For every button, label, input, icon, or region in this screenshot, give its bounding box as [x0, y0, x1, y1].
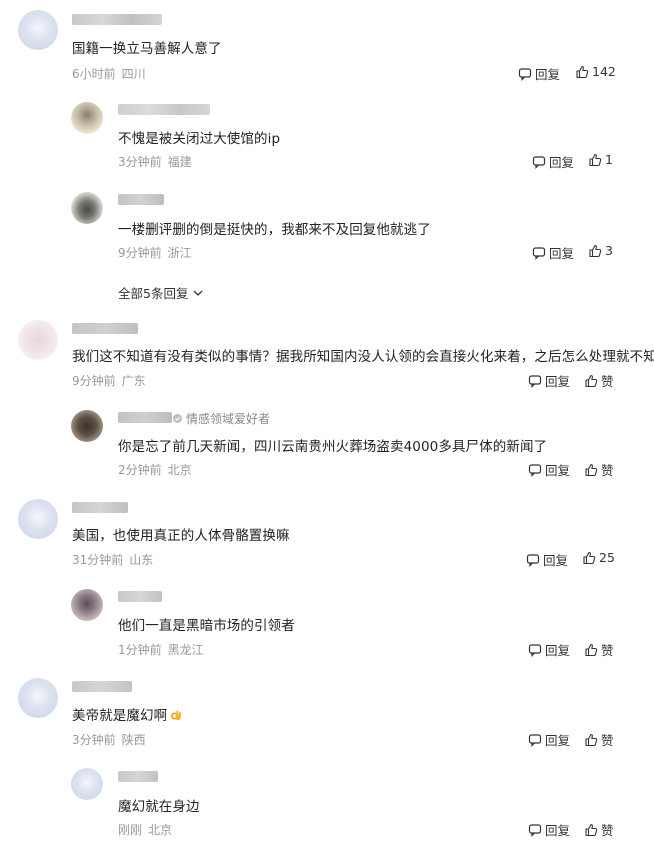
reply-time: 1分钟前 [118, 643, 162, 657]
reply-text: 不愧是被关闭过大使馆的ip [118, 131, 281, 147]
reply-meta: 刚刚 北京 [118, 821, 172, 838]
comment-icon [528, 823, 542, 837]
avatar[interactable] [71, 192, 103, 224]
reply-text: 你是忘了前几天新闻，四川云南贵州火葬场盗卖4000多具尸体的新闻了 [118, 439, 548, 455]
thumbs-up-icon [589, 153, 602, 166]
comment-time: 9分钟前 [72, 374, 116, 388]
thumbs-up-icon [583, 551, 596, 564]
comment-location: 广东 [121, 374, 146, 388]
comment-meta: 3分钟前 陕西 [72, 731, 146, 748]
username-blurred[interactable] [72, 502, 128, 513]
username-blurred[interactable] [118, 771, 158, 782]
like-button[interactable]: 25 [582, 550, 615, 565]
avatar[interactable] [71, 410, 103, 442]
username-blurred[interactable] [118, 591, 162, 602]
avatar[interactable] [71, 102, 103, 134]
like-button[interactable]: 赞 [584, 640, 614, 659]
username-blurred[interactable] [72, 14, 162, 25]
reply-button[interactable]: 回复 [532, 152, 574, 171]
reply-meta: 3分钟前 福建 [118, 153, 192, 170]
reply-text: 一楼删评删的倒是挺快的，我都来不及回复他就逃了 [118, 222, 431, 238]
badge-icon [173, 414, 182, 423]
like-button[interactable]: 赞 [584, 730, 614, 749]
comment-icon [528, 733, 542, 747]
like-button[interactable]: 赞 [584, 371, 614, 390]
comment-text: 我们这不知道有没有类似的事情？据我所知国内没人认领的会直接火化来着，之后怎么处理… [72, 349, 654, 365]
comment-time: 3分钟前 [72, 733, 116, 747]
avatar[interactable] [18, 10, 58, 50]
reply-button[interactable]: 回复 [528, 371, 570, 390]
reply-time: 刚刚 [118, 823, 143, 837]
thumbs-up-icon [576, 65, 589, 78]
reply-location: 福建 [167, 155, 192, 169]
reply-button[interactable]: 回复 [532, 243, 574, 262]
username-blurred[interactable] [72, 681, 132, 692]
comment-icon [528, 374, 542, 388]
comment-meta: 9分钟前 广东 [72, 372, 146, 389]
comment-icon [518, 67, 532, 81]
user-badge: 情感领域爱好者 [172, 410, 270, 427]
reply-location: 北京 [167, 463, 192, 477]
comment-location: 四川 [121, 67, 146, 81]
avatar[interactable] [71, 589, 103, 621]
reply-meta: 1分钟前 黑龙江 [118, 641, 204, 658]
comment-time: 6小时前 [72, 67, 116, 81]
username-blurred[interactable] [72, 323, 138, 334]
like-button[interactable]: 赞 [584, 820, 614, 839]
avatar[interactable] [18, 678, 58, 718]
reply-text: 他们一直是黑暗市场的引领者 [118, 618, 295, 634]
reply-meta: 9分钟前 浙江 [118, 244, 192, 261]
comment-icon [526, 553, 540, 567]
comment-location: 陕西 [121, 733, 146, 747]
avatar[interactable] [18, 499, 58, 539]
thumbs-up-icon [585, 823, 598, 836]
ok-hand-emoji-icon [171, 710, 182, 720]
reply-time: 2分钟前 [118, 463, 162, 477]
like-button[interactable]: 赞 [584, 460, 614, 479]
thumbs-up-icon [585, 374, 598, 387]
username-blurred[interactable] [118, 194, 164, 205]
like-button[interactable]: 3 [588, 243, 613, 258]
comment-icon [532, 155, 546, 169]
reply-location: 浙江 [167, 246, 192, 260]
avatar[interactable] [71, 768, 103, 800]
thumbs-up-icon [589, 244, 602, 257]
reply-button[interactable]: 回复 [528, 820, 570, 839]
comment-icon [528, 643, 542, 657]
comment-text: 美帝就是魔幻啊 [72, 704, 182, 724]
reply-text: 魔幻就在身边 [118, 799, 200, 815]
reply-button[interactable]: 回复 [528, 640, 570, 659]
comment-meta: 31分钟前 山东 [72, 551, 153, 568]
reply-location: 北京 [148, 823, 173, 837]
comment-text: 国籍一换立马善解人意了 [72, 41, 222, 57]
reply-button[interactable]: 回复 [526, 550, 568, 569]
reply-button[interactable]: 回复 [528, 730, 570, 749]
comment-icon [528, 463, 542, 477]
like-button[interactable]: 1 [588, 152, 613, 167]
comment-icon [532, 246, 546, 260]
thumbs-up-icon [585, 643, 598, 656]
thumbs-up-icon [585, 733, 598, 746]
reply-meta: 2分钟前 北京 [118, 461, 192, 478]
chevron-down-icon [193, 290, 203, 296]
comment-text: 美国，也使用真正的人体骨骼置换嘛 [72, 528, 290, 544]
expand-replies-button[interactable]: 全部5条回复 [118, 283, 204, 302]
like-button[interactable]: 142 [575, 64, 616, 79]
username-blurred[interactable] [118, 412, 172, 423]
thumbs-up-icon [585, 463, 598, 476]
comment-meta: 6小时前 四川 [72, 65, 146, 82]
avatar[interactable] [18, 320, 58, 360]
reply-location: 黑龙江 [167, 643, 204, 657]
reply-button[interactable]: 回复 [528, 460, 570, 479]
comment-time: 31分钟前 [72, 553, 124, 567]
comment-location: 山东 [129, 553, 154, 567]
reply-button[interactable]: 回复 [518, 64, 560, 83]
username-blurred[interactable] [118, 104, 210, 115]
reply-time: 3分钟前 [118, 155, 162, 169]
reply-time: 9分钟前 [118, 246, 162, 260]
